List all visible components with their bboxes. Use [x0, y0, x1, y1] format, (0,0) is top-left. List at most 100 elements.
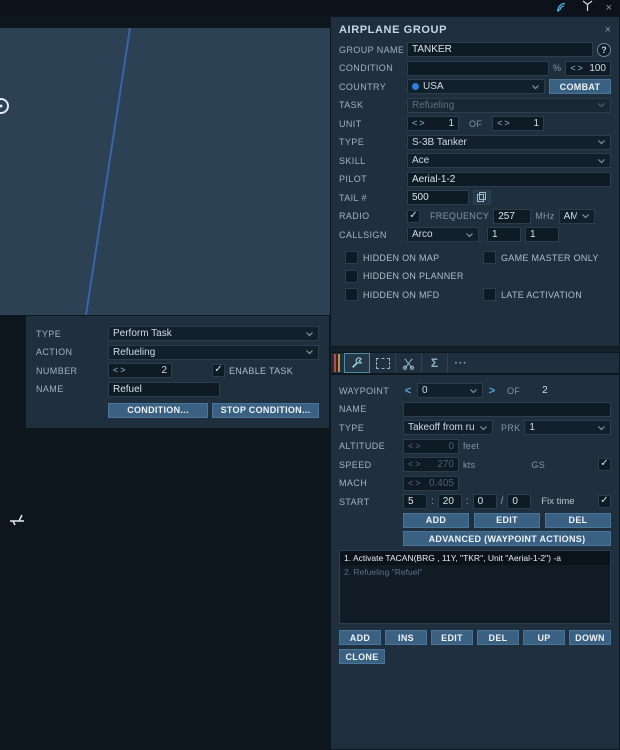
tab-sum-tool[interactable]: Σ — [422, 353, 448, 373]
help-icon[interactable]: ? — [597, 42, 611, 57]
map-area[interactable] — [0, 27, 330, 316]
condition-input[interactable] — [407, 60, 549, 76]
frequency-input[interactable] — [493, 208, 532, 224]
window-close-icon[interactable]: × — [606, 2, 612, 14]
spin-left-icon[interactable]: < — [113, 366, 118, 375]
game-master-only-checkbox[interactable] — [483, 251, 496, 264]
waypoint-del-button[interactable]: DEL — [545, 512, 611, 528]
hidden-on-planner-checkbox[interactable] — [345, 269, 358, 283]
task-name-input[interactable] — [108, 381, 220, 397]
prk-select[interactable]: 1 — [524, 420, 611, 435]
speed-spinner[interactable]: < > 270 — [403, 457, 459, 472]
group-name-input[interactable] — [407, 42, 593, 57]
task-buttons-row: CONDITION... STOP CONDITION... — [36, 402, 319, 418]
callsign-number-input[interactable] — [525, 227, 559, 242]
condition-row: CONDITION % < > 100 — [339, 60, 611, 76]
copy-icon[interactable] — [473, 190, 491, 205]
signal-icon[interactable] — [556, 0, 569, 17]
time-separator: : — [431, 496, 434, 507]
gs-checkbox[interactable]: ✓ — [598, 458, 611, 471]
aircraft-type-select[interactable]: S-3B Tanker — [407, 134, 611, 150]
start-minutes-input[interactable] — [437, 494, 462, 509]
pilot-input[interactable] — [407, 171, 611, 187]
action-add-button[interactable]: ADD — [339, 630, 381, 645]
marquee-icon — [375, 357, 390, 369]
advanced-waypoint-actions-button[interactable]: ADVANCED (WAYPOINT ACTIONS) — [403, 531, 611, 546]
antenna-icon[interactable] — [581, 0, 594, 17]
task-type-select[interactable]: Perform Task — [108, 326, 319, 341]
checkbox-row-1: HIDDEN ON MAP GAME MASTER ONLY — [339, 250, 611, 265]
skill-select[interactable]: Ace — [407, 153, 611, 168]
spin-right-icon[interactable]: > — [415, 460, 420, 469]
waypoint-next-button[interactable]: > — [487, 385, 497, 397]
group-name-label: GROUP NAME — [339, 44, 403, 55]
start-seconds-input[interactable] — [472, 494, 497, 509]
action-del-button[interactable]: DEL — [477, 630, 519, 645]
condition-spinner[interactable]: < > 100 — [565, 60, 611, 76]
modulation-value: AM — [563, 210, 577, 222]
hidden-on-mfd-checkbox[interactable] — [345, 288, 358, 301]
callsign-select[interactable]: Arco — [407, 227, 479, 242]
spin-right-icon[interactable]: > — [419, 119, 424, 128]
action-up-button[interactable]: UP — [523, 630, 565, 645]
unit-total: 1 — [533, 118, 540, 129]
spin-left-icon[interactable]: < — [497, 119, 502, 128]
callsign-value: Arco — [412, 229, 433, 240]
panel-close-icon[interactable]: × — [605, 24, 611, 36]
hidden-on-map-checkbox[interactable] — [345, 251, 358, 264]
start-label: START — [339, 496, 370, 507]
tab-route-tool[interactable] — [344, 353, 370, 373]
spin-left-icon[interactable]: < — [570, 63, 575, 73]
late-activation-label: LATE ACTIVATION — [501, 289, 583, 300]
chevron-down-icon — [306, 350, 313, 355]
fix-time-checkbox[interactable]: ✓ — [598, 495, 611, 508]
waypoint-name-input[interactable] — [403, 401, 611, 417]
clone-button[interactable]: CLONE — [339, 649, 385, 664]
stop-condition-button[interactable]: STOP CONDITION... — [212, 402, 319, 418]
spin-right-icon[interactable]: > — [578, 63, 583, 73]
list-item[interactable]: 2. Refueling "Refuel" — [340, 565, 610, 579]
spin-left-icon[interactable]: < — [412, 119, 417, 128]
hidden-on-map-label: HIDDEN ON MAP — [363, 252, 440, 263]
waypoint-edit-button[interactable]: EDIT — [474, 512, 540, 528]
action-down-button[interactable]: DOWN — [569, 630, 611, 645]
waypoint-select[interactable]: 0 — [417, 383, 483, 398]
waypoint-total: 2 — [542, 385, 548, 396]
action-edit-button[interactable]: EDIT — [431, 630, 473, 645]
waypoint-prev-button[interactable]: < — [403, 385, 413, 397]
waypoint-add-button[interactable]: ADD — [403, 512, 469, 528]
chevron-down-icon — [598, 158, 605, 163]
action-ins-button[interactable]: INS — [385, 630, 427, 645]
condition-button[interactable]: CONDITION... — [108, 402, 208, 418]
map-unit-marker-icon[interactable] — [8, 512, 30, 531]
task-number-spinner[interactable]: < > 2 — [108, 363, 172, 378]
waypoint-actions-list[interactable]: 1. Activate TACAN(BRG , 11Y, "TKR", Unit… — [339, 550, 611, 624]
spin-right-icon[interactable]: > — [120, 366, 125, 375]
modulation-select[interactable]: AM — [558, 208, 595, 224]
speed-value: 270 — [437, 459, 454, 470]
waypoint-type-select[interactable]: Takeoff from run — [403, 420, 493, 435]
unit-label: UNIT — [339, 118, 362, 129]
country-select[interactable]: USA — [407, 79, 545, 94]
enable-task-checkbox[interactable]: ✓ — [212, 364, 225, 377]
task-action-select[interactable]: Refueling — [108, 344, 319, 360]
tab-cut-tool[interactable] — [396, 353, 422, 373]
tab-more-tool[interactable]: ··· — [448, 353, 474, 373]
start-hours-input[interactable] — [403, 494, 427, 509]
spin-left-icon[interactable]: < — [408, 460, 413, 469]
unit-total-spinner[interactable]: < > 1 — [492, 116, 545, 131]
spin-right-icon[interactable]: > — [504, 119, 509, 128]
radio-checkbox[interactable]: ✓ — [407, 209, 420, 223]
start-day-input[interactable] — [507, 494, 532, 509]
unit-count-spinner[interactable]: < > 1 — [407, 116, 459, 131]
country-value: USA — [423, 81, 444, 92]
skill-label: SKILL — [339, 155, 366, 166]
tab-zone-tool[interactable] — [370, 353, 396, 373]
tail-input[interactable] — [407, 190, 469, 205]
callsign-flight-input[interactable] — [487, 227, 521, 242]
task-value: Refueling — [412, 99, 455, 111]
list-item[interactable]: 1. Activate TACAN(BRG , 11Y, "TKR", Unit… — [340, 551, 610, 565]
late-activation-checkbox[interactable] — [483, 288, 496, 301]
combat-button[interactable]: COMBAT — [549, 79, 611, 94]
condition-amount: 100 — [589, 62, 606, 74]
